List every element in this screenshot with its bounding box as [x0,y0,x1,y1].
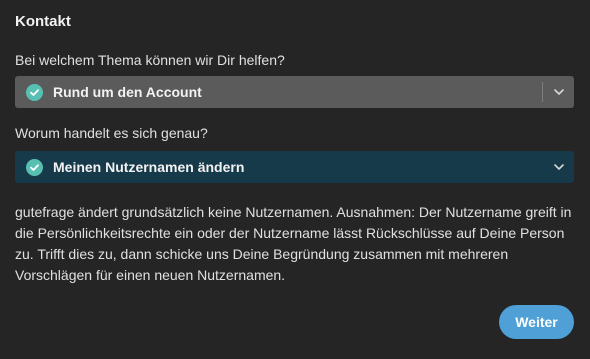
topic-question-label: Bei welchem Thema können wir Dir helfen? [15,52,285,68]
subtopic-select-value: Meinen Nutzernamen ändern [53,159,245,175]
chevron-down-icon[interactable] [543,151,574,183]
next-button[interactable]: Weiter [499,305,574,339]
check-circle-icon [26,83,43,101]
dialog-title: Kontakt [15,13,71,30]
check-circle-icon [26,158,43,176]
chevron-down-icon[interactable] [543,76,574,108]
topic-select-value: Rund um den Account [53,84,202,100]
info-text: gutefrage ändert grundsätzlich keine Nut… [15,204,572,283]
subtopic-question-label: Worum handelt es sich genau? [15,125,208,141]
topic-select[interactable]: Rund um den Account [15,76,574,108]
subtopic-select[interactable]: Meinen Nutzernamen ändern [15,151,574,183]
contact-dialog: Kontakt Bei welchem Thema können wir Dir… [0,0,590,359]
